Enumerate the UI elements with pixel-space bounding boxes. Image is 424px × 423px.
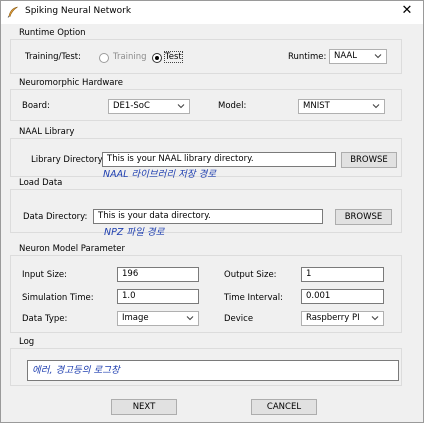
board-label: Board: <box>22 101 50 111</box>
naal-browse-button[interactable]: BROWSE <box>341 152 397 168</box>
data-directory-value: This is your data directory. <box>98 211 211 221</box>
group-label-naal: NAAL Library <box>18 127 76 137</box>
input-size-field[interactable]: 196 <box>117 267 199 282</box>
group-label-load-data: Load Data <box>18 178 64 188</box>
next-button[interactable]: NEXT <box>111 399 177 415</box>
data-type-label: Data Type: <box>22 314 68 324</box>
output-size-field[interactable]: 1 <box>301 267 384 282</box>
input-size-value: 196 <box>122 269 139 279</box>
group-label-log: Log <box>18 337 36 347</box>
simulation-time-label: Simulation Time: <box>22 293 94 303</box>
library-directory-field[interactable]: This is your NAAL library directory. <box>102 152 336 167</box>
dialog-window: Spiking Neural Network ✕ Runtime Option … <box>0 0 424 423</box>
data-path-note: NPZ 파일 경로 <box>104 227 165 238</box>
board-select-value: DE1-SoC <box>113 101 150 111</box>
group-label-neuron: Neuron Model Parameter <box>18 244 127 254</box>
test-radio[interactable] <box>152 53 162 63</box>
data-browse-button[interactable]: BROWSE <box>335 209 392 225</box>
data-directory-field[interactable]: This is your data directory. <box>93 209 323 224</box>
chevron-down-icon <box>374 54 382 59</box>
input-size-label: Input Size: <box>22 270 68 280</box>
output-size-label: Output Size: <box>224 270 277 280</box>
cancel-button[interactable]: CANCEL <box>251 399 317 415</box>
device-label: Device <box>224 314 254 324</box>
simulation-time-value: 1.0 <box>122 291 136 301</box>
output-size-value: 1 <box>306 269 312 279</box>
group-label-hardware: Neuromorphic Hardware <box>18 78 125 88</box>
runtime-label: Runtime: <box>288 52 327 62</box>
board-select[interactable]: DE1-SoC <box>108 99 190 114</box>
time-interval-label: Time Interval: <box>224 293 283 303</box>
model-select-value: MNIST <box>303 101 330 111</box>
runtime-select[interactable]: NAAL <box>329 49 387 64</box>
window-title: Spiking Neural Network <box>25 6 132 16</box>
chevron-down-icon <box>371 316 379 321</box>
test-radio-label: Test <box>164 51 183 63</box>
time-interval-value: 0.001 <box>306 291 331 301</box>
data-type-select-value: Image <box>122 313 149 323</box>
chevron-down-icon <box>186 316 194 321</box>
group-label-runtime-option: Runtime Option <box>18 28 87 38</box>
model-select[interactable]: MNIST <box>298 99 385 114</box>
library-directory-value: This is your NAAL library directory. <box>107 154 254 164</box>
close-icon[interactable]: ✕ <box>399 4 415 18</box>
simulation-time-field[interactable]: 1.0 <box>117 289 199 304</box>
log-note: 에러, 경고등의 로그창 <box>32 365 120 376</box>
chevron-down-icon <box>177 104 185 109</box>
model-label: Model: <box>218 101 247 111</box>
naal-path-note: NAAL 라이브러리 저장 경로 <box>103 169 217 180</box>
device-select-value: Raspberry PI <box>306 313 360 323</box>
time-interval-field[interactable]: 0.001 <box>301 289 384 304</box>
log-textarea[interactable]: 에러, 경고등의 로그창 <box>27 360 399 381</box>
training-radio[interactable] <box>99 53 109 63</box>
mode-label: Training/Test: <box>25 52 82 62</box>
library-directory-label: Library Directory: <box>31 155 105 165</box>
title-bar: Spiking Neural Network ✕ <box>1 1 423 24</box>
training-radio-label: Training <box>113 52 147 62</box>
feather-app-icon <box>7 6 18 18</box>
data-directory-label: Data Directory: <box>23 212 88 222</box>
device-select[interactable]: Raspberry PI <box>301 311 384 326</box>
data-type-select[interactable]: Image <box>117 311 199 326</box>
chevron-down-icon <box>372 104 380 109</box>
runtime-select-value: NAAL <box>334 51 357 61</box>
